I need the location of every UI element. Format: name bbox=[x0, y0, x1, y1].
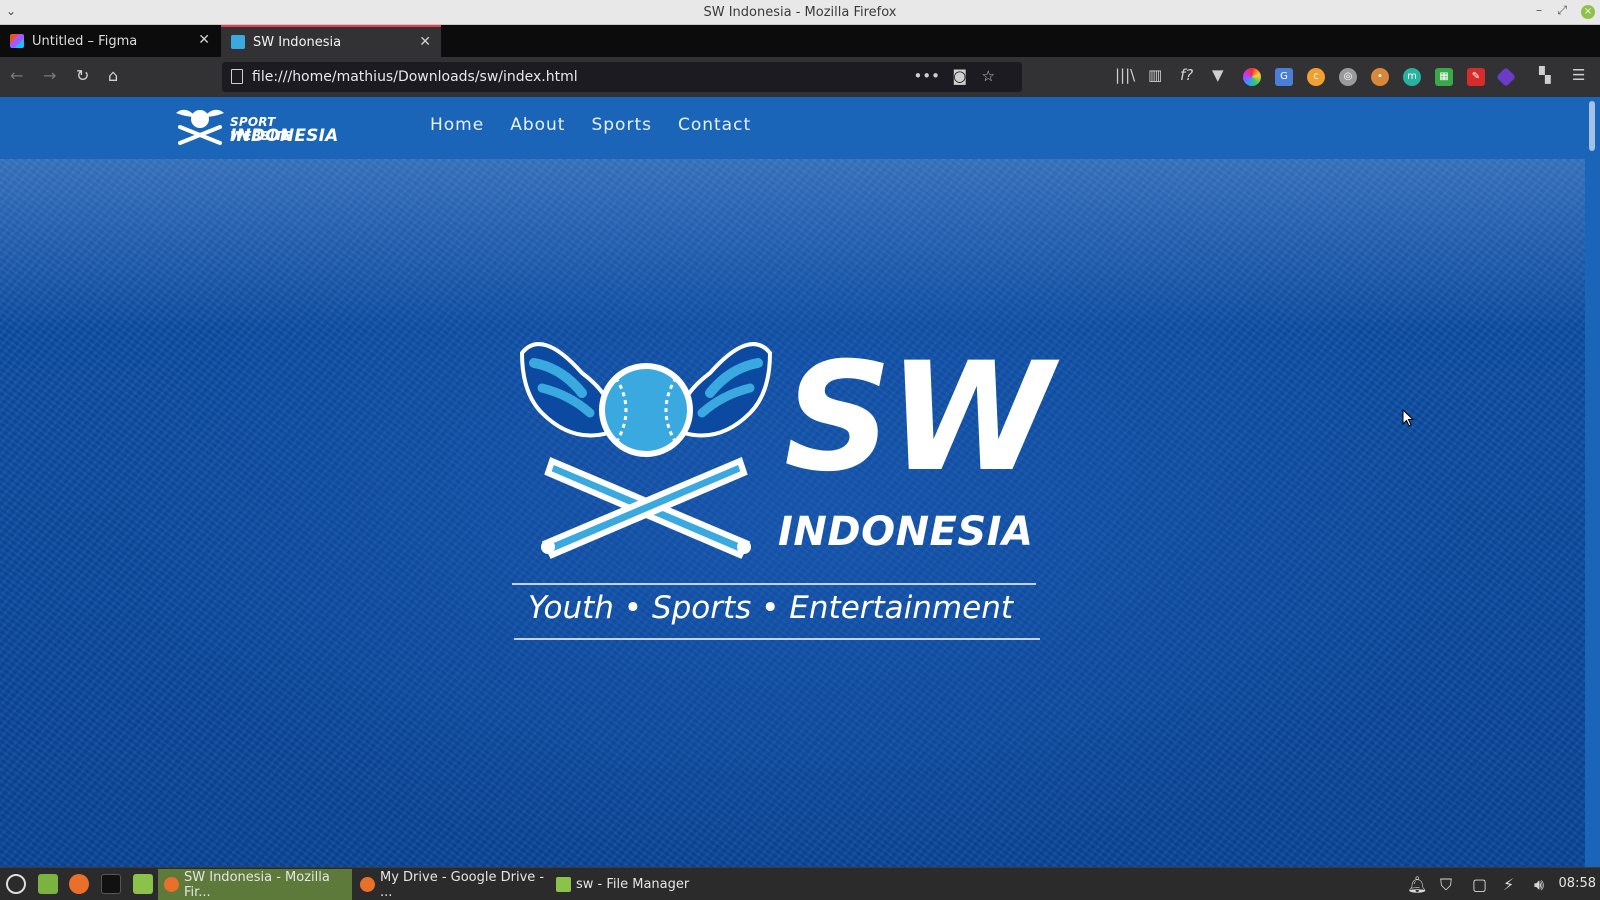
taskbar-clock: 08:58 bbox=[1558, 876, 1596, 891]
url-text[interactable]: file:///home/mathius/Downloads/sw/index.… bbox=[252, 69, 578, 85]
vue-devtools-icon[interactable]: ▼ bbox=[1212, 66, 1224, 84]
forward-icon[interactable]: → bbox=[43, 66, 56, 86]
notification-bell-icon[interactable]: 🔔︎ bbox=[1407, 875, 1427, 894]
sw-favicon bbox=[231, 35, 245, 49]
extension-icon[interactable]: c bbox=[1307, 68, 1325, 86]
taskbar-item-file-manager[interactable]: sw - File Manager bbox=[550, 869, 700, 900]
pen-icon[interactable]: ✎ bbox=[1467, 68, 1485, 86]
folder-icon[interactable] bbox=[133, 874, 153, 894]
hero-tagline: Youth • Sports • Entertainment bbox=[528, 590, 1013, 626]
taskbar-item-label: sw - File Manager bbox=[576, 877, 690, 892]
window-icon[interactable]: ▢ bbox=[1472, 875, 1487, 894]
volume-icon[interactable]: 🔊︎ bbox=[1534, 875, 1544, 895]
tagline-rule-top bbox=[512, 583, 1036, 585]
nav-home-link[interactable]: Home bbox=[430, 115, 484, 135]
nav-toolbar: ← → ↻ ⌂ file:///home/mathius/Downloads/s… bbox=[0, 57, 1600, 97]
tab-strip: Untitled – Figma ✕ SW Indonesia ✕ + bbox=[0, 25, 1600, 74]
nav-sports-link[interactable]: Sports bbox=[591, 115, 652, 135]
minimize-icon[interactable]: – bbox=[1536, 3, 1542, 17]
page-viewport: SPORT WEBSITE INDONESIA Home About Sport… bbox=[0, 97, 1585, 867]
mouse-cursor-icon bbox=[1402, 409, 1414, 427]
winged-ball-logo-icon bbox=[176, 109, 224, 145]
site-header: SPORT WEBSITE INDONESIA Home About Sport… bbox=[0, 97, 1585, 159]
folder-icon bbox=[556, 877, 571, 892]
globe-icon[interactable]: ◎ bbox=[1339, 68, 1357, 86]
nav-about-link[interactable]: About bbox=[510, 115, 565, 135]
power-icon[interactable]: ⚡ bbox=[1503, 875, 1514, 894]
tagline-rule-bottom bbox=[514, 638, 1040, 640]
window-title: SW Indonesia - Mozilla Firefox bbox=[703, 4, 897, 20]
color-picker-icon[interactable] bbox=[1243, 68, 1261, 86]
winged-baseball-bats-icon bbox=[519, 342, 773, 559]
firefox-icon bbox=[360, 877, 375, 892]
close-tab-icon[interactable]: ✕ bbox=[419, 34, 431, 50]
page-actions-icon[interactable]: ••• bbox=[913, 67, 940, 85]
close-tab-icon[interactable]: ✕ bbox=[198, 32, 210, 48]
taskbar: SW Indonesia - Mozilla Fir... My Drive -… bbox=[0, 867, 1600, 900]
terminal-icon[interactable] bbox=[101, 874, 121, 894]
figma-icon bbox=[10, 34, 24, 48]
shield-icon[interactable]: ⛉ bbox=[1440, 875, 1452, 895]
gem-icon[interactable] bbox=[1496, 67, 1516, 87]
menu-icon[interactable] bbox=[6, 874, 26, 894]
sheets-icon[interactable]: ▦ bbox=[1435, 68, 1453, 86]
tab-sw-indonesia[interactable]: SW Indonesia ✕ bbox=[221, 25, 441, 57]
taskbar-item-google-drive[interactable]: My Drive - Google Drive - ... bbox=[354, 869, 548, 900]
reload-icon[interactable]: ↻ bbox=[76, 66, 89, 86]
logo-text-bottom: INDONESIA bbox=[230, 126, 339, 146]
site-nav: Home About Sports Contact bbox=[430, 115, 764, 135]
site-logo[interactable]: SPORT WEBSITE INDONESIA bbox=[172, 103, 338, 151]
hero-logo: SW INDONESIA Youth • Sports • Entertainm… bbox=[512, 333, 1060, 653]
firefox-icon bbox=[164, 877, 179, 892]
home-icon[interactable]: ⌂ bbox=[108, 66, 118, 86]
page-icon bbox=[231, 69, 243, 84]
taskbar-item-label: My Drive - Google Drive - ... bbox=[380, 869, 545, 900]
bookmark-star-icon[interactable]: ☆ bbox=[982, 67, 995, 85]
files-icon[interactable] bbox=[38, 874, 58, 894]
fonts-icon[interactable]: f? bbox=[1180, 66, 1193, 84]
url-bar[interactable]: file:///home/mathius/Downloads/sw/index.… bbox=[222, 62, 1022, 92]
window-titlebar: ⌄ SW Indonesia - Mozilla Firefox – ⤢ × bbox=[0, 0, 1600, 25]
translate-icon[interactable]: G bbox=[1275, 68, 1293, 86]
firefox-icon[interactable] bbox=[69, 874, 89, 894]
pocket-icon[interactable]: ◙ bbox=[952, 67, 967, 85]
m-extension-icon[interactable]: m bbox=[1403, 68, 1421, 86]
nav-contact-link[interactable]: Contact bbox=[678, 115, 751, 135]
taskbar-item-label: SW Indonesia - Mozilla Fir... bbox=[184, 869, 330, 900]
cookie-icon[interactable]: • bbox=[1371, 68, 1389, 86]
tab-figma[interactable]: Untitled – Figma ✕ bbox=[0, 25, 220, 57]
page-scrollbar[interactable] bbox=[1585, 97, 1600, 867]
close-icon[interactable]: × bbox=[1581, 5, 1595, 19]
back-icon[interactable]: ← bbox=[10, 66, 23, 86]
taskbar-item-firefox-sw[interactable]: SW Indonesia - Mozilla Fir... bbox=[158, 869, 352, 900]
sidebar-icon[interactable]: ▥ bbox=[1148, 66, 1162, 84]
restore-icon[interactable]: ⤢ bbox=[1557, 3, 1567, 18]
scrollbar-thumb[interactable] bbox=[1589, 101, 1595, 151]
extensions-puzzle-icon[interactable]: ▚ bbox=[1539, 66, 1551, 84]
hero-sw-text: SW bbox=[784, 331, 1053, 505]
chevron-down-icon[interactable]: ⌄ bbox=[6, 4, 16, 18]
tab-label: Untitled – Figma bbox=[32, 33, 138, 49]
stadium-stands bbox=[0, 159, 1585, 329]
tab-label: SW Indonesia bbox=[253, 34, 342, 50]
hamburger-menu-icon[interactable]: ☰ bbox=[1572, 66, 1585, 84]
library-icon[interactable]: |||\ bbox=[1115, 66, 1135, 84]
hero-indonesia-text: INDONESIA bbox=[778, 509, 1034, 555]
